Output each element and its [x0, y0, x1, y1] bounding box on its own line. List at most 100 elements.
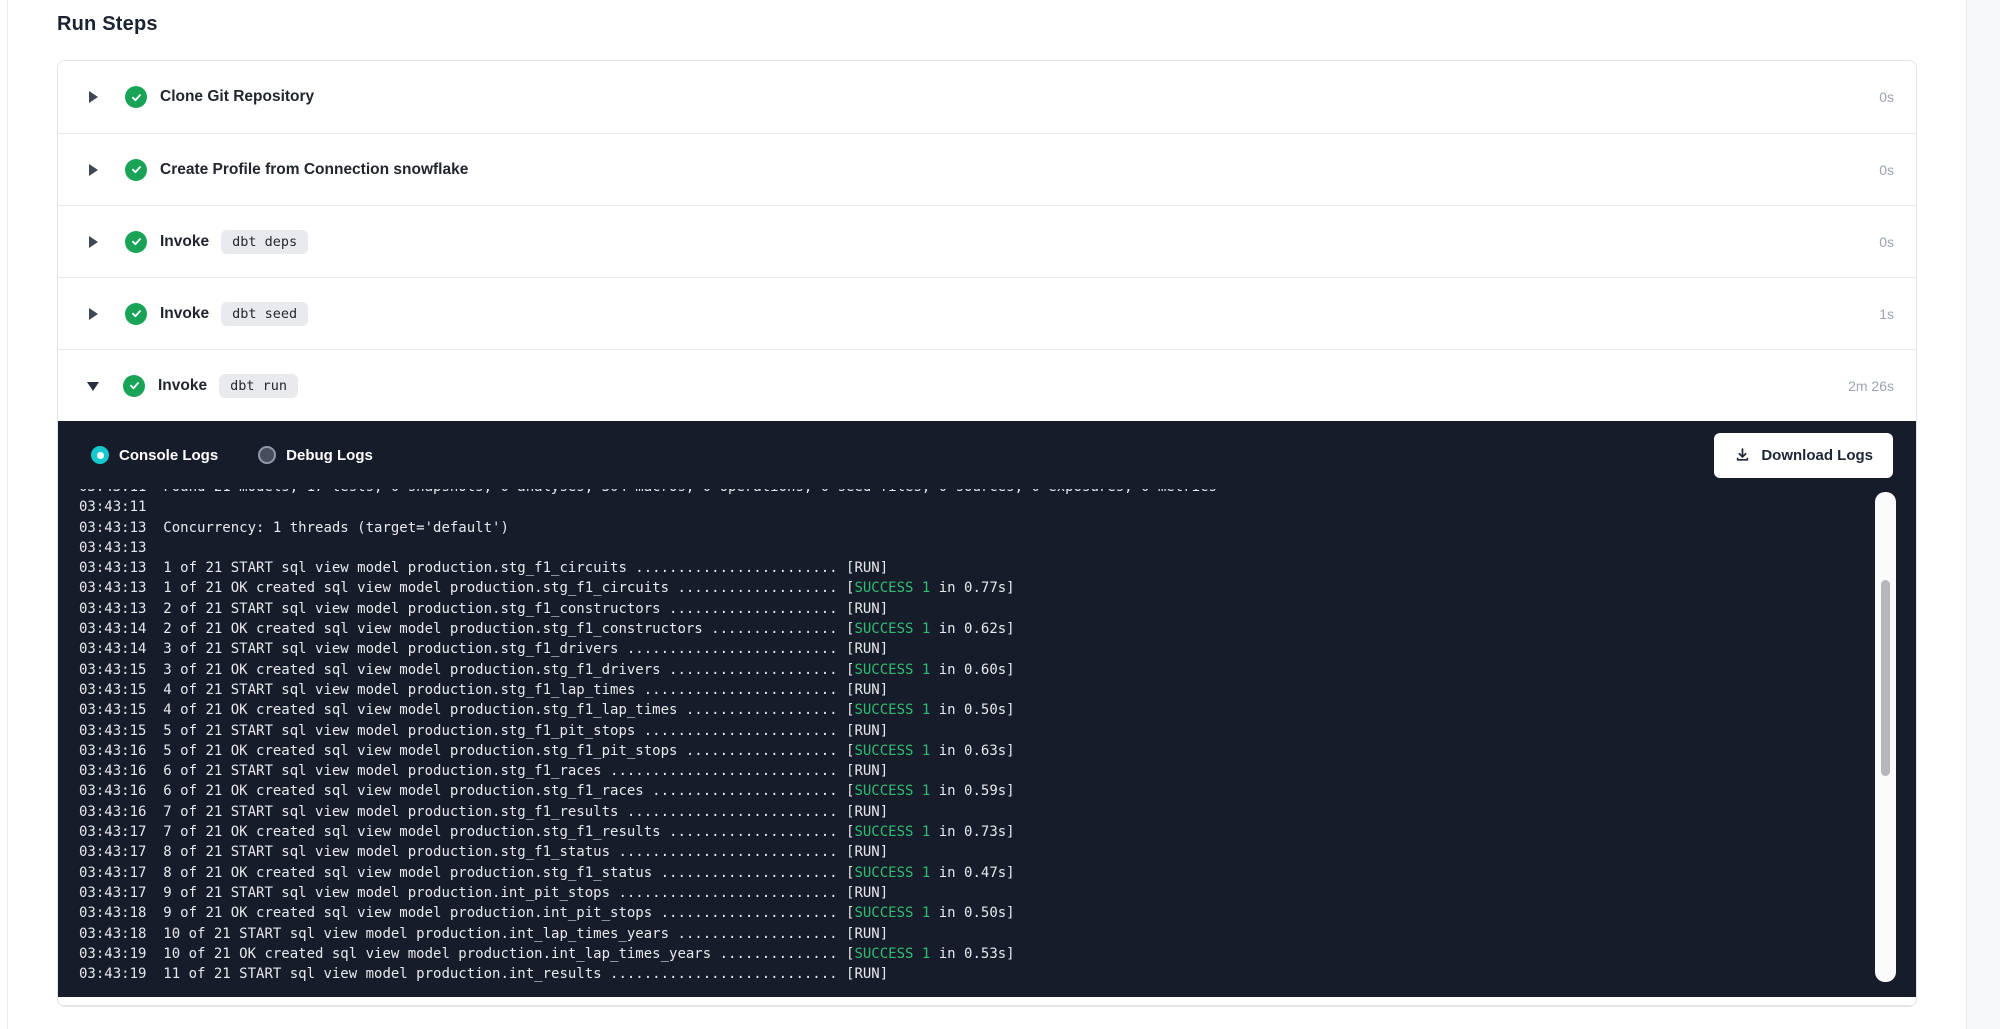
log-result-detail: in 0.77s]	[930, 580, 1014, 596]
log-result-run: [RUN]	[838, 966, 889, 982]
log-result-detail: in 0.59s]	[930, 783, 1014, 799]
run-steps-page: Run Steps Clone Git Repository0sCreate P…	[0, 0, 2000, 1029]
log-timestamp: 03:43:13	[79, 520, 146, 536]
log-message: 9 of 21 OK created sql view model produc…	[146, 905, 837, 921]
collapse-caret-icon[interactable]	[87, 382, 99, 391]
log-line: 03:43:13 Concurrency: 1 threads (target=…	[79, 518, 1916, 538]
log-message: 4 of 21 OK created sql view model produc…	[146, 702, 837, 718]
log-line: 03:43:11 Found 21 models, 17 tests, 0 sn…	[79, 489, 1916, 497]
log-line: 03:43:13 2 of 21 START sql view model pr…	[79, 599, 1916, 619]
log-line: 03:43:13 1 of 21 OK created sql view mod…	[79, 578, 1916, 598]
log-timestamp: 03:43:13	[79, 580, 146, 596]
log-line: 03:43:19 10 of 21 OK created sql view mo…	[79, 944, 1916, 964]
log-message: 8 of 21 OK created sql view model produc…	[146, 865, 837, 881]
log-message: 5 of 21 OK created sql view model produc…	[146, 743, 837, 759]
log-timestamp: 03:43:14	[79, 621, 146, 637]
log-timestamp: 03:43:16	[79, 763, 146, 779]
step-label: Create Profile from Connection snowflake	[160, 161, 468, 179]
log-result-success: SUCCESS 1	[854, 946, 930, 962]
step-duration: 1s	[1879, 306, 1894, 322]
radio-selected-icon[interactable]	[91, 446, 109, 464]
log-result-detail: in 0.63s]	[930, 743, 1014, 759]
log-line: 03:43:14 2 of 21 OK created sql view mod…	[79, 619, 1916, 639]
expand-caret-icon[interactable]	[89, 91, 98, 103]
download-icon	[1734, 447, 1751, 464]
log-message: 7 of 21 OK created sql view model produc…	[146, 824, 837, 840]
log-message: 6 of 21 START sql view model production.…	[146, 763, 837, 779]
step-row-dbt-deps[interactable]: Invoke dbt deps 0s	[58, 205, 1916, 277]
log-result-success: SUCCESS 1	[854, 702, 930, 718]
log-message: 5 of 21 START sql view model production.…	[146, 723, 837, 739]
expand-caret-icon[interactable]	[89, 164, 98, 176]
log-timestamp: 03:43:16	[79, 804, 146, 820]
log-timestamp: 03:43:13	[79, 560, 146, 576]
step-row-create-profile-from-connection-snowflake[interactable]: Create Profile from Connection snowflake…	[58, 133, 1916, 205]
log-scrollbar-thumb[interactable]	[1881, 580, 1890, 776]
log-result-bracket: [	[838, 621, 855, 637]
log-result-detail: in 0.50s]	[930, 702, 1014, 718]
expand-caret-icon[interactable]	[89, 236, 98, 248]
step-row-dbt-run[interactable]: Invokedbt run2m 26s	[58, 349, 1916, 421]
log-message	[146, 540, 163, 556]
log-result-bracket: [	[838, 702, 855, 718]
log-timestamp: 03:43:15	[79, 723, 146, 739]
step-duration: 0s	[1879, 234, 1894, 250]
log-message: 4 of 21 START sql view model production.…	[146, 682, 837, 698]
command-badge: dbt seed	[221, 302, 308, 326]
log-message: 8 of 21 START sql view model production.…	[146, 844, 837, 860]
log-result-bracket: [	[838, 783, 855, 799]
log-result-run: [RUN]	[838, 560, 889, 576]
log-result-bracket: [	[838, 946, 855, 962]
download-logs-button[interactable]: Download Logs	[1714, 433, 1893, 478]
log-line: 03:43:17 8 of 21 START sql view model pr…	[79, 842, 1916, 862]
step-duration: 0s	[1879, 89, 1894, 105]
debug-logs-radio-option[interactable]: Debug Logs	[258, 446, 373, 464]
step-label: Invoke	[160, 233, 209, 251]
debug-logs-label: Debug Logs	[286, 447, 373, 464]
success-check-icon	[125, 86, 147, 108]
log-message: 9 of 21 START sql view model production.…	[146, 885, 837, 901]
log-result-run: [RUN]	[838, 763, 889, 779]
log-panel: Console Logs Debug Logs Download Logs	[58, 421, 1916, 997]
step-row-clone-git-repository[interactable]: Clone Git Repository0s	[58, 61, 1916, 133]
log-line: 03:43:15 3 of 21 OK created sql view mod…	[79, 660, 1916, 680]
log-timestamp: 03:43:11	[79, 499, 146, 515]
log-result-bracket: [	[838, 824, 855, 840]
log-line: 03:43:17 8 of 21 OK created sql view mod…	[79, 863, 1916, 883]
log-message: 10 of 21 OK created sql view model produ…	[146, 946, 837, 962]
log-result-run: [RUN]	[838, 804, 889, 820]
radio-unselected-icon[interactable]	[258, 446, 276, 464]
log-message: 6 of 21 OK created sql view model produc…	[146, 783, 837, 799]
log-message: Found 21 models, 17 tests, 0 snapshots, …	[146, 489, 1216, 495]
log-timestamp: 03:43:16	[79, 743, 146, 759]
page-right-gutter	[1966, 0, 2000, 1029]
log-line: 03:43:13	[79, 538, 1916, 558]
console-log-output[interactable]: 03:43:11 Found 21 models, 17 tests, 0 sn…	[58, 489, 1916, 997]
page-title: Run Steps	[57, 0, 1917, 36]
log-panel-header: Console Logs Debug Logs Download Logs	[58, 421, 1916, 489]
log-message: 1 of 21 OK created sql view model produc…	[146, 580, 837, 596]
log-content: 03:43:11 Found 21 models, 17 tests, 0 sn…	[58, 489, 1916, 984]
log-line: 03:43:11	[79, 497, 1916, 517]
download-logs-label: Download Logs	[1761, 447, 1873, 464]
command-badge: dbt deps	[221, 230, 308, 254]
log-result-run: [RUN]	[838, 926, 889, 942]
log-result-success: SUCCESS 1	[854, 743, 930, 759]
log-line: 03:43:17 9 of 21 START sql view model pr…	[79, 883, 1916, 903]
log-message: 3 of 21 START sql view model production.…	[146, 641, 837, 657]
steps-list: Clone Git Repository0sCreate Profile fro…	[58, 61, 1916, 421]
console-logs-radio-option[interactable]: Console Logs	[91, 446, 218, 464]
log-result-detail: in 0.47s]	[930, 865, 1014, 881]
log-result-run: [RUN]	[838, 723, 889, 739]
log-line: 03:43:15 4 of 21 OK created sql view mod…	[79, 700, 1916, 720]
log-scrollbar[interactable]	[1875, 492, 1896, 982]
expand-caret-icon[interactable]	[89, 308, 98, 320]
log-message: 7 of 21 START sql view model production.…	[146, 804, 837, 820]
log-line: 03:43:19 11 of 21 START sql view model p…	[79, 964, 1916, 984]
log-timestamp: 03:43:14	[79, 641, 146, 657]
step-row-dbt-seed[interactable]: Invokedbt seed1s	[58, 277, 1916, 349]
log-line: 03:43:16 6 of 21 OK created sql view mod…	[79, 781, 1916, 801]
step-duration: 0s	[1879, 162, 1894, 178]
log-timestamp: 03:43:15	[79, 682, 146, 698]
log-result-bracket: [	[838, 743, 855, 759]
